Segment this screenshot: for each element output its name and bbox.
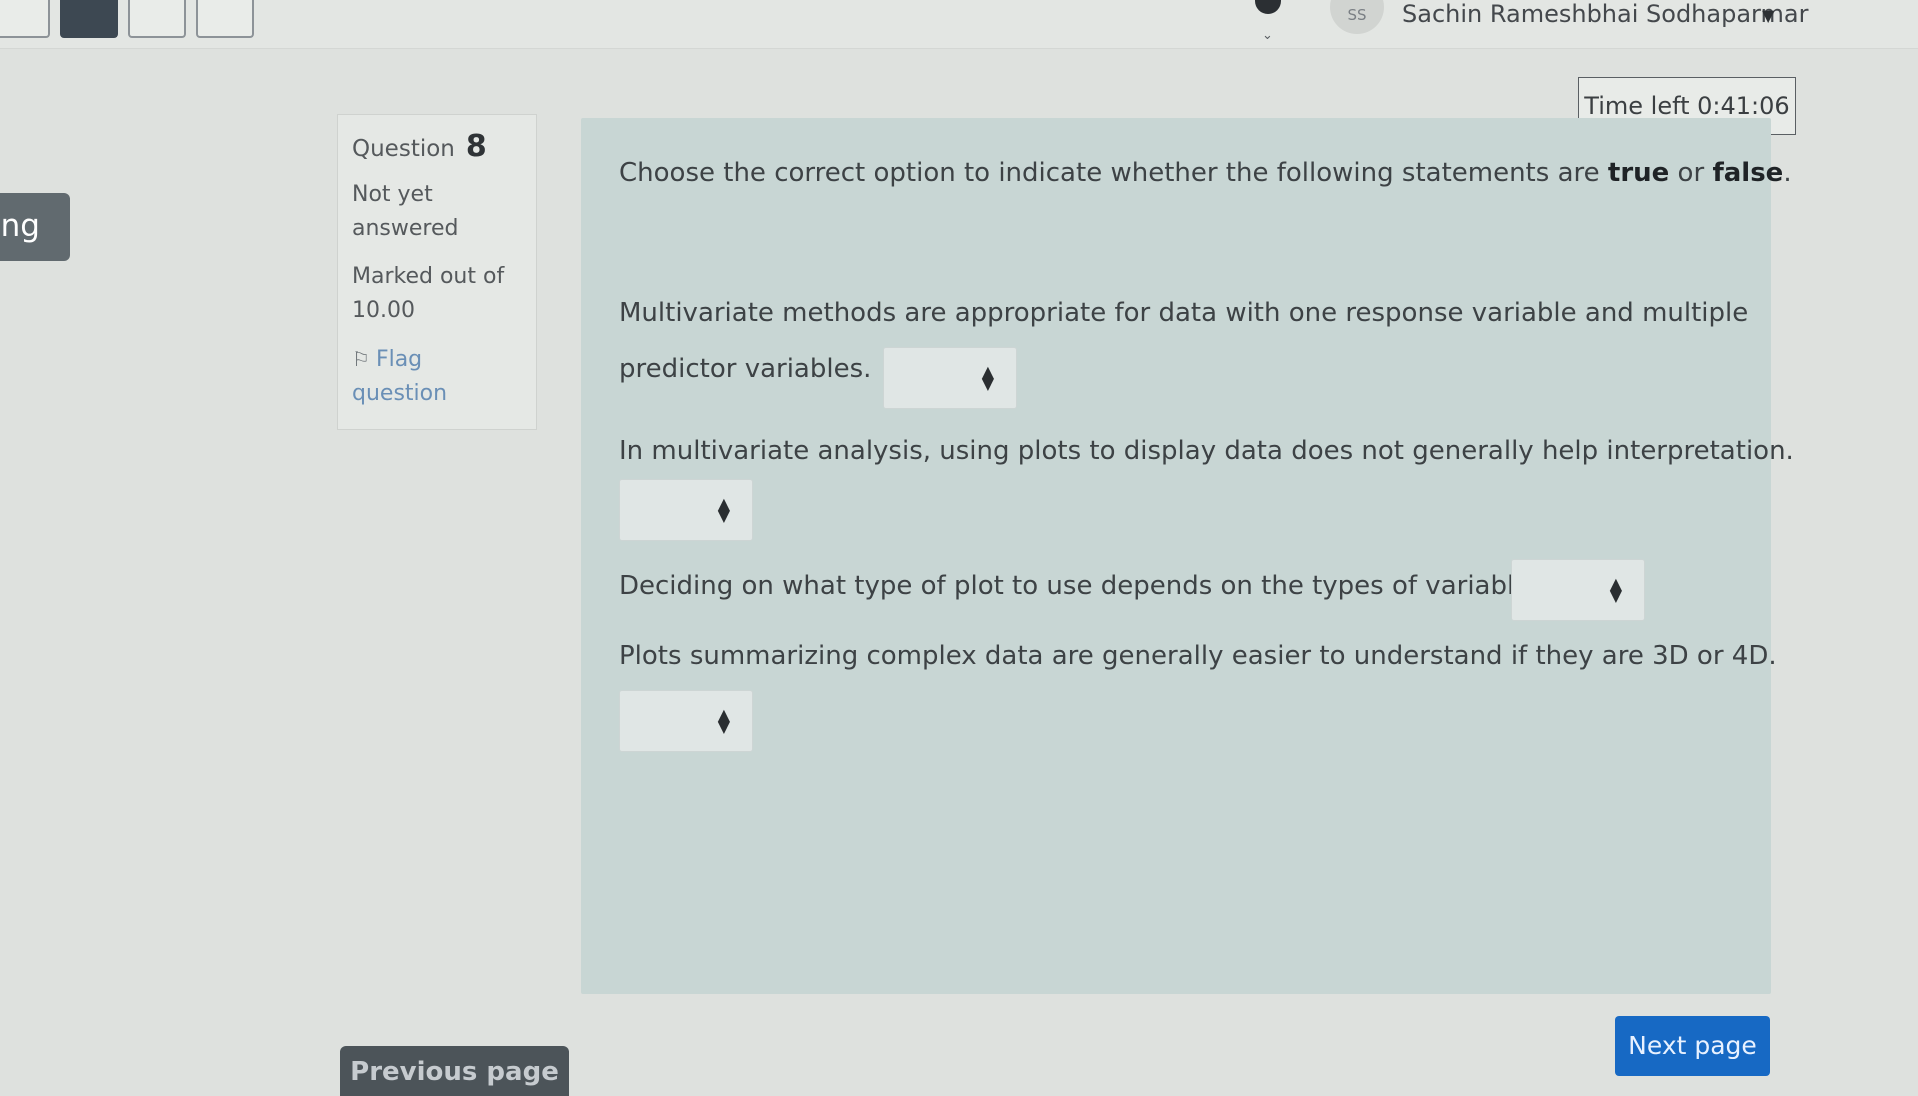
question-grade-line-2: 10.00: [352, 298, 415, 323]
flag-label-line-2: question: [352, 381, 448, 406]
question-info-panel: Question 8 Not yet answered Marked out o…: [337, 114, 537, 430]
notification-icon[interactable]: [1255, 0, 1281, 14]
select-arrows-icon: ▲ ▼: [717, 705, 730, 736]
select-arrows-icon: ▲ ▼: [1609, 574, 1622, 605]
question-state-line-2: answered: [352, 216, 459, 241]
caret-down-icon[interactable]: ⌄: [1262, 28, 1273, 43]
statement-4-answer-select[interactable]: ▲ ▼: [619, 690, 753, 752]
flag-icon: ⚐: [352, 347, 370, 371]
statement-3-text: Deciding on what type of plot to use dep…: [619, 571, 1553, 601]
question-content-area: Choose the correct option to indicate wh…: [581, 118, 1794, 994]
previous-page-button[interactable]: Previous page: [340, 1046, 569, 1096]
quiz-nav-box-1[interactable]: [0, 0, 50, 38]
user-menu-name[interactable]: Sachin Rameshbhai Sodhaparmar: [1402, 0, 1808, 28]
select-arrows-icon: ▲ ▼: [981, 362, 994, 393]
next-page-button[interactable]: Next page: [1615, 1016, 1770, 1076]
question-grade-line-1: Marked out of: [352, 264, 505, 289]
statement-2-text: In multivariate analysis, using plots to…: [619, 436, 1794, 466]
statement-2-answer-select[interactable]: ▲ ▼: [619, 479, 753, 541]
quiz-nav-box-4[interactable]: [196, 0, 254, 38]
select-arrows-icon: ▲ ▼: [717, 494, 730, 525]
question-state: Not yet answered: [352, 178, 522, 246]
statement-3-answer-select[interactable]: ▲ ▼: [1511, 559, 1645, 621]
question-label: Question: [352, 136, 455, 162]
question-state-line-1: Not yet: [352, 182, 433, 207]
top-bar: ⌄ SS Sachin Rameshbhai Sodhaparmar ▼: [0, 0, 1918, 49]
question-grade: Marked out of 10.00: [352, 260, 522, 328]
question-number: 8: [465, 129, 487, 164]
flag-question-link[interactable]: ⚐ Flag question: [352, 342, 522, 411]
question-intro: Choose the correct option to indicate wh…: [619, 158, 1792, 188]
false-keyword: false: [1712, 158, 1784, 188]
chevron-down-icon[interactable]: ▼: [1762, 6, 1774, 25]
statement-4-text: Plots summarizing complex data are gener…: [619, 641, 1777, 671]
question-number-row: Question 8: [352, 129, 522, 164]
quiz-nav-box-3[interactable]: [128, 0, 186, 38]
side-drawer-tab[interactable]: ing: [0, 193, 70, 261]
statement-1-answer-select[interactable]: ▲ ▼: [883, 347, 1017, 409]
statement-1-line-1: Multivariate methods are appropriate for…: [619, 298, 1749, 328]
true-keyword: true: [1607, 158, 1670, 188]
quiz-nav-box-2-current[interactable]: [60, 0, 118, 38]
statement-1-line-2: predictor variables.: [619, 354, 872, 384]
avatar[interactable]: SS: [1330, 0, 1384, 34]
flag-label-line-1: Flag: [375, 347, 423, 372]
side-drawer-tab-label: ing: [0, 208, 40, 244]
